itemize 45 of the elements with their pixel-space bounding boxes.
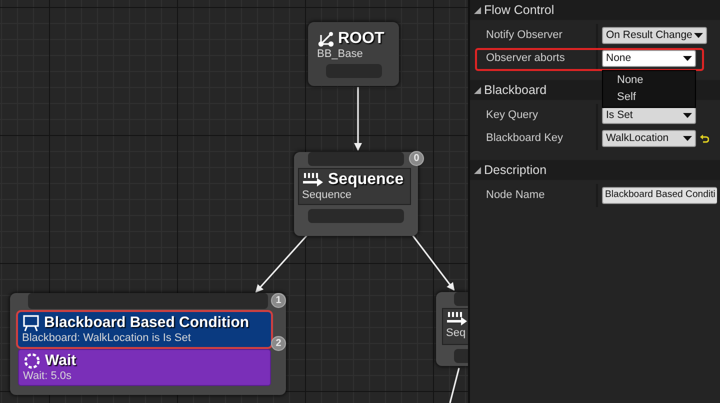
sequence-arrow-icon [302, 172, 324, 188]
task-node[interactable]: Wait Wait: 5.0s [18, 349, 271, 386]
dropdown-caret-icon [683, 56, 692, 61]
dropdown[interactable]: None [602, 50, 696, 67]
collapse-triangle-icon [474, 166, 481, 174]
dropdown[interactable]: On Result Change [602, 27, 708, 44]
node-subtitle: Blackboard: WalkLocation is Is Set [22, 332, 192, 346]
node-subtitle: BB_Base [316, 48, 364, 61]
connector-arrow [354, 87, 362, 151]
dropdown-caret-icon [694, 33, 704, 38]
sequence-arrow-icon [446, 311, 468, 327]
node-subtitle: Wait: 5.0s [23, 370, 72, 384]
node-title: Sequence [328, 171, 404, 189]
reset-arrow-icon [700, 134, 709, 143]
dashed-circle-icon [23, 352, 41, 370]
dropdown[interactable]: WalkLocation [602, 130, 696, 147]
tree-node[interactable]: Seq [436, 292, 468, 366]
collapse-triangle-icon [474, 6, 481, 14]
node-title: Wait [45, 352, 76, 370]
decorator-node[interactable]: Blackboard Based Condition Blackboard: WalkLocation is Is Set [18, 312, 271, 348]
property-label: Notify Observer [470, 24, 598, 47]
easel-icon [22, 314, 40, 332]
dropdown-caret-icon [683, 113, 692, 118]
index-badge: 0 [409, 151, 424, 166]
text-field[interactable]: Blackboard Based Conditi [602, 187, 718, 204]
section-title: Blackboard [484, 82, 547, 99]
node-title: Blackboard Based Condition [44, 314, 250, 332]
tree-node[interactable]: ROOT BB_Base [308, 22, 399, 86]
section-title: Description [484, 162, 547, 179]
node-subtitle: Seq [446, 327, 467, 340]
dropdown[interactable]: Is Set [602, 107, 696, 124]
index-badge: 1 [271, 293, 286, 308]
property-label: Node Name [470, 184, 598, 207]
node-subtitle: Sequence [302, 188, 353, 202]
dropdown-caret-icon [683, 136, 692, 141]
connector-line [449, 368, 460, 403]
branch-icon [318, 30, 334, 47]
node-title: ROOT [338, 30, 384, 48]
property-label: Observer aborts [470, 47, 598, 70]
section-header[interactable]: Flow Control [470, 0, 720, 20]
section-header[interactable]: Description [470, 160, 720, 180]
property-label: Key Query [470, 104, 598, 127]
section-title: Flow Control [484, 2, 554, 19]
property-label: Blackboard Key [470, 127, 598, 150]
collapse-triangle-icon [474, 86, 481, 94]
